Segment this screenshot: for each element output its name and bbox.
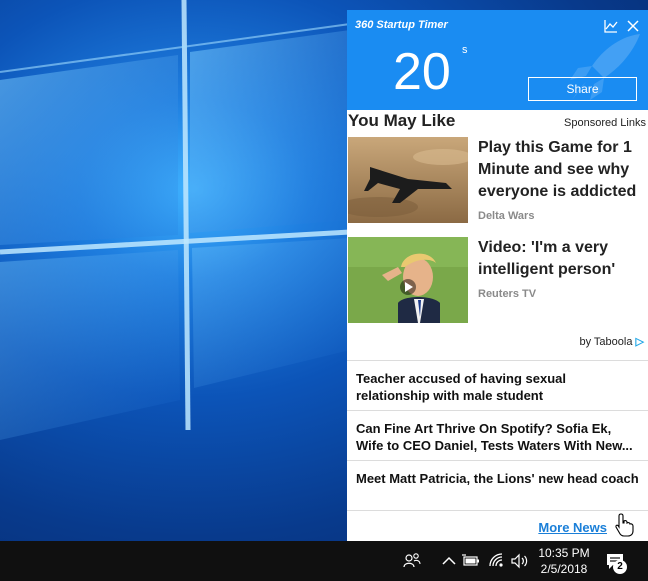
taskbar: 10:35 PM 2/5/2018 2 <box>0 541 648 581</box>
section-title: You May Like <box>348 111 456 130</box>
notification-count-badge: 2 <box>613 560 627 574</box>
ad-card[interactable]: Play this Game for 1 Minute and see why … <box>347 137 648 225</box>
clock-time: 10:35 PM <box>538 546 590 560</box>
startup-timer-popup: 360 Startup Timer 20 s Share You May Lik… <box>347 10 648 541</box>
ad-card-source: Reuters TV <box>478 288 537 300</box>
app-title: 360 Startup Timer <box>355 19 448 31</box>
jet-image[interactable] <box>348 137 468 223</box>
timer-unit: s <box>462 44 468 56</box>
more-news-link[interactable]: More News <box>538 520 607 535</box>
hand-cursor-icon <box>615 513 634 537</box>
taboola-logo-icon: ▷ <box>635 336 644 348</box>
ad-card[interactable]: Video: 'I'm a very intelligent person' R… <box>347 237 648 325</box>
speaker-icon[interactable] <box>509 551 529 571</box>
news-item-title[interactable]: Meet Matt Patricia, the Lions' new head … <box>356 470 642 487</box>
sponsored-links[interactable]: Sponsored Links <box>564 117 646 129</box>
ad-card-source: Delta Wars <box>478 210 535 222</box>
timer-value: 20 <box>393 43 451 101</box>
clock[interactable]: 10:35 PM 2/5/2018 <box>532 545 596 577</box>
news-item[interactable]: Can Fine Art Thrive On Spotify? Sofia Ek… <box>347 410 648 461</box>
taboola-attribution[interactable]: by Taboola ▷ <box>579 335 644 348</box>
news-item-title[interactable]: Can Fine Art Thrive On Spotify? Sofia Ek… <box>356 420 642 454</box>
battery-icon[interactable] <box>461 551 481 571</box>
news-item[interactable]: Meet Matt Patricia, the Lions' new head … <box>347 460 648 511</box>
popup-header: 360 Startup Timer 20 s Share <box>347 10 648 110</box>
news-item[interactable]: Teacher accused of having sexual relatio… <box>347 360 648 411</box>
ad-card-title[interactable]: Video: 'I'm a very intelligent person' <box>478 237 646 281</box>
chevron-up-icon[interactable] <box>439 551 459 571</box>
clock-date: 2/5/2018 <box>540 562 588 576</box>
news-item-title[interactable]: Teacher accused of having sexual relatio… <box>356 370 642 404</box>
ad-card-title[interactable]: Play this Game for 1 Minute and see why … <box>478 137 646 203</box>
wifi-icon[interactable] <box>487 551 507 571</box>
video-thumbnail[interactable] <box>348 237 468 323</box>
taboola-label: by Taboola <box>579 336 633 348</box>
share-button[interactable]: Share <box>528 77 637 101</box>
people-icon[interactable] <box>402 551 422 571</box>
